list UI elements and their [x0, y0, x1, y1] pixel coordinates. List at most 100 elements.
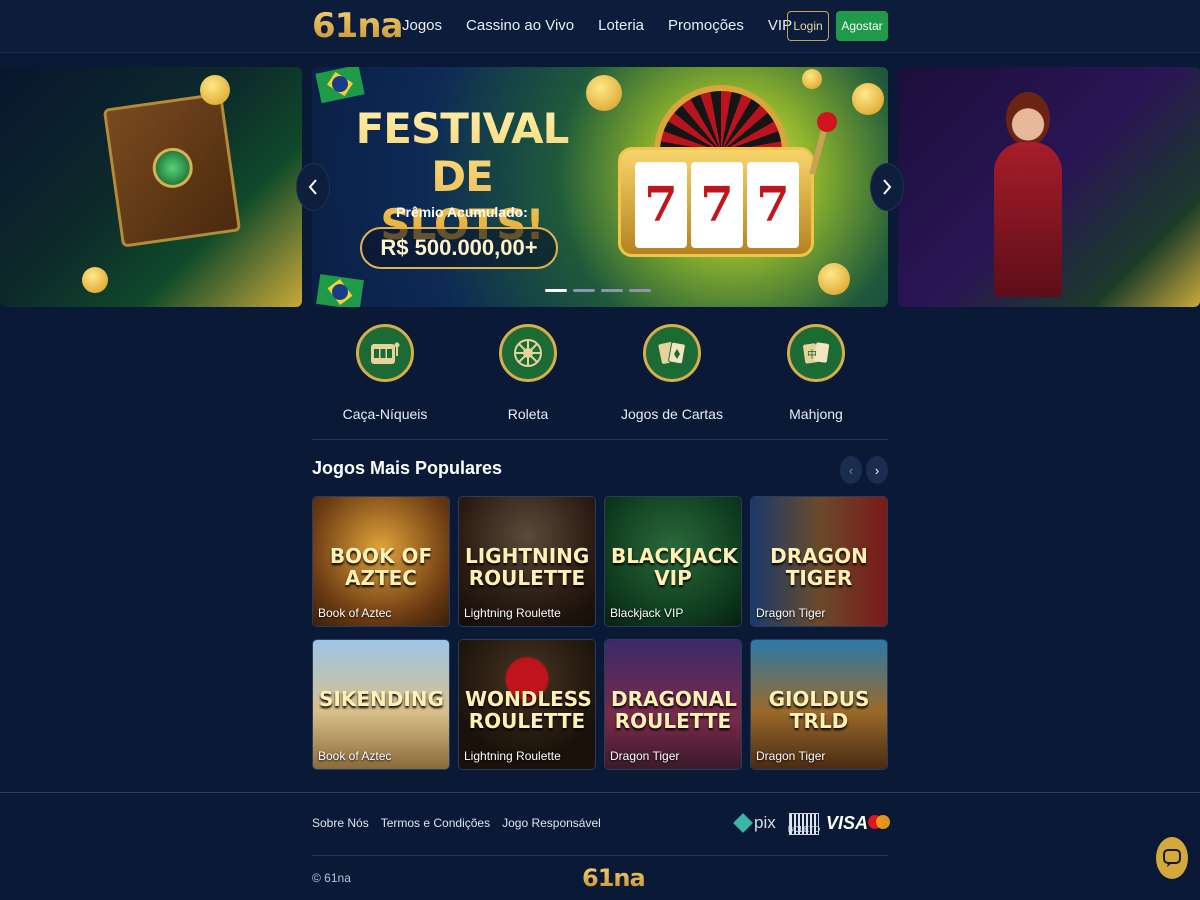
hostess-head: [1006, 92, 1050, 146]
mastercard-circle-orange: [876, 815, 890, 829]
games-next-button[interactable]: ›: [866, 456, 888, 484]
footer-links: Sobre Nós Termos e Condições Jogo Respon…: [312, 816, 601, 830]
brazil-flag-icon: [315, 67, 365, 104]
book-illustration: [102, 92, 242, 248]
footer-divider: [0, 792, 1200, 793]
nav-promocoes[interactable]: Promoções: [668, 17, 744, 34]
category-label: Jogos de Cartas: [621, 406, 723, 422]
hostess-illustration: [988, 92, 1068, 297]
footer-link-responsible[interactable]: Jogo Responsável: [502, 816, 601, 830]
nav-jogos[interactable]: Jogos: [402, 17, 442, 34]
game-card[interactable]: BOOK OF AZTEC Book of Aztec: [312, 496, 450, 627]
game-art-title: SIKENDING: [319, 687, 444, 711]
mahjong-icon: 中: [787, 324, 845, 382]
roulette-icon: [499, 324, 557, 382]
login-button[interactable]: Login: [787, 11, 829, 41]
banner-title-line1: FESTIVAL: [355, 104, 569, 153]
game-card[interactable]: DRAGONAL ROULETTE Dragon Tiger: [604, 639, 742, 770]
game-name: Book of Aztec: [318, 606, 392, 620]
slot-machine-illustration: 7 7 7: [618, 147, 814, 257]
game-card[interactable]: WONDLESS ROULETTE Lightning Roulette: [458, 639, 596, 770]
game-name: Book of Aztec: [318, 749, 392, 763]
chevron-left-icon: [308, 179, 317, 195]
coin-illustration: [818, 263, 850, 295]
category-roulette[interactable]: Roleta: [473, 324, 583, 422]
register-button[interactable]: Agostar: [836, 11, 888, 41]
copyright: © 61na: [312, 871, 351, 885]
category-mahjong[interactable]: 中 Mahjong: [761, 324, 871, 422]
pix-icon: [733, 813, 753, 833]
footer-link-terms[interactable]: Termos e Condições: [381, 816, 490, 830]
game-card[interactable]: LIGHTNING ROULETTE Lightning Roulette: [458, 496, 596, 627]
games-prev-button[interactable]: ‹: [840, 456, 862, 484]
game-art-title: BLACKJACK VIP: [611, 544, 738, 590]
coin-illustration: [82, 267, 108, 293]
nav-loteria[interactable]: Loteria: [598, 17, 644, 34]
chat-button[interactable]: [1156, 837, 1188, 879]
game-card[interactable]: BLACKJACK VIP Blackjack VIP: [604, 496, 742, 627]
game-card[interactable]: DRAGON TIGER Dragon Tiger: [750, 496, 888, 627]
game-name: Dragon Tiger: [610, 749, 680, 763]
mastercard-icon: [868, 813, 890, 835]
section-title: Jogos Mais Populares: [312, 458, 503, 478]
banner-subtitle: Prêmio Acumulado:: [396, 204, 528, 220]
game-art-title: LIGHTNING ROULETTE: [465, 544, 590, 590]
game-name: Lightning Roulette: [464, 749, 561, 763]
slot-reel: 7: [635, 162, 687, 248]
banner-prize: R$ 500.000,00+: [360, 227, 558, 269]
game-art-title: BOOK OF AZTEC: [329, 544, 433, 590]
category-label: Mahjong: [789, 406, 843, 422]
carousel-slide-main[interactable]: FESTIVAL DE SLOTS! Prêmio Acumulado: R$ …: [312, 67, 888, 307]
site-logo[interactable]: 61na: [312, 6, 403, 46]
coin-illustration: [852, 83, 884, 115]
category-card-games[interactable]: Jogos de Cartas: [617, 324, 727, 422]
visa-logo: VISA: [826, 813, 869, 833]
carousel-prev-button[interactable]: [296, 163, 330, 211]
gem-illustration: [150, 145, 196, 191]
game-name: Dragon Tiger: [756, 606, 826, 620]
slot-reel: 7: [691, 162, 743, 248]
game-art-title: WONDLESS ROULETTE: [465, 687, 592, 733]
footer-logo[interactable]: 61na: [582, 864, 646, 892]
game-name: Blackjack VIP: [610, 606, 684, 620]
brazil-flag-icon: [316, 274, 364, 307]
main-nav: Jogos Cassino ao Vivo Loteria Promoções …: [402, 17, 792, 34]
carousel-dot[interactable]: [573, 289, 595, 292]
boleto-logo: BOLETO: [788, 813, 820, 835]
game-name: Lightning Roulette: [464, 606, 561, 620]
category-slots[interactable]: Caça-Níqueis: [330, 324, 440, 422]
hostess-dress: [994, 142, 1062, 297]
footer-divider: [312, 855, 888, 856]
cards-icon: [643, 324, 701, 382]
carousel-next-button[interactable]: [870, 163, 904, 211]
game-art-title: GIOLDUS TRLD: [768, 687, 870, 733]
pix-label: pix: [754, 813, 776, 832]
category-label: Roleta: [507, 406, 549, 422]
game-card[interactable]: GIOLDUS TRLD Dragon Tiger: [750, 639, 888, 770]
coin-illustration: [200, 75, 230, 105]
carousel-dots: [545, 289, 651, 292]
header: 61na Jogos Cassino ao Vivo Loteria Promo…: [0, 0, 1200, 53]
carousel-slide-left[interactable]: [0, 67, 302, 307]
svg-text:中: 中: [807, 348, 817, 361]
slot-machine-icon: [356, 324, 414, 382]
game-art-title: DRAGONAL ROULETTE: [611, 687, 737, 733]
game-name: Dragon Tiger: [756, 749, 826, 763]
chevron-right-icon: [883, 179, 892, 195]
slot-lever-ball: [817, 112, 837, 132]
carousel-dot[interactable]: [629, 289, 651, 292]
carousel-dot[interactable]: [601, 289, 623, 292]
game-art-title: DRAGON TIGER: [770, 544, 868, 590]
carousel-dot[interactable]: [545, 289, 567, 292]
carousel-slide-right[interactable]: [898, 67, 1200, 307]
footer-link-about[interactable]: Sobre Nós: [312, 816, 369, 830]
slot-reel: 7: [747, 162, 799, 248]
pix-logo: pix: [733, 813, 776, 833]
nav-cassino-ao-vivo[interactable]: Cassino ao Vivo: [466, 17, 574, 34]
chat-icon: [1163, 849, 1181, 867]
coin-illustration: [802, 69, 822, 89]
coin-illustration: [586, 75, 622, 111]
category-label: Caça-Níqueis: [342, 406, 428, 422]
game-card[interactable]: SIKENDING Book of Aztec: [312, 639, 450, 770]
section-divider: [312, 439, 888, 440]
